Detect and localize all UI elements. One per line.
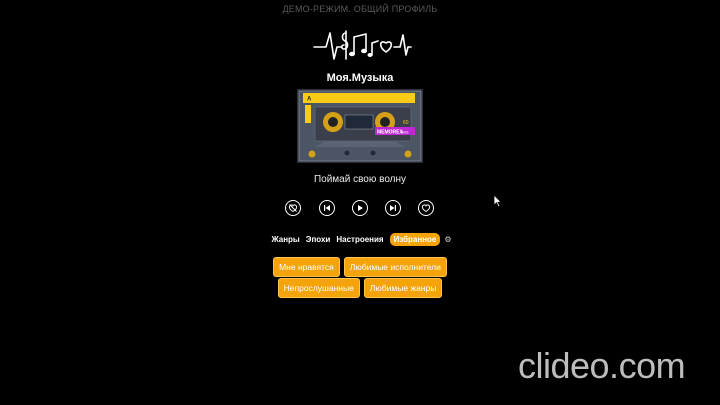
mouse-cursor-icon	[493, 194, 503, 208]
app-logo-icon	[313, 30, 412, 60]
tab-moods[interactable]: Настроения	[333, 233, 386, 246]
app-title: Моя.Музыка	[326, 72, 394, 84]
play-button[interactable]	[352, 200, 368, 216]
previous-track-icon	[324, 205, 330, 211]
tab-favorites[interactable]: Избранное	[389, 232, 441, 246]
previous-button[interactable]	[319, 200, 335, 216]
favorites-chips-row-1: Мне нравятся Любимые исполнители	[0, 257, 720, 277]
chip-liked[interactable]: Мне нравятся	[273, 257, 340, 277]
dislike-button[interactable]	[285, 200, 301, 216]
cassette-cover-image: A MEMOREX dBS 60	[297, 89, 423, 163]
like-button[interactable]	[418, 200, 434, 216]
playback-controls	[285, 200, 441, 218]
favorites-chips-row-2: Непрослушанные Любимые жанры	[0, 278, 720, 298]
like-heart-icon	[421, 204, 431, 213]
chip-unplayed[interactable]: Непрослушанные	[277, 278, 360, 298]
clideo-watermark: clideo.com	[518, 345, 686, 386]
chip-favorite-artists[interactable]: Любимые исполнители	[343, 257, 447, 277]
category-tabs: Жанры Эпохи Настроения Избранное ⚙	[0, 232, 720, 246]
next-track-icon	[390, 205, 396, 211]
dislike-heart-icon	[288, 204, 298, 213]
tagline: Поймай свою волну	[313, 174, 407, 185]
tab-genres[interactable]: Жанры	[268, 233, 302, 246]
settings-gear-icon[interactable]: ⚙	[444, 235, 451, 244]
next-button[interactable]	[385, 200, 401, 216]
cassette-brand: MEMOREX	[377, 130, 404, 136]
cassette-length: 60	[403, 120, 409, 126]
play-icon	[358, 205, 363, 211]
chip-favorite-genres[interactable]: Любимые жанры	[363, 278, 443, 298]
tab-eras[interactable]: Эпохи	[303, 233, 334, 246]
cassette-side-label: A	[307, 97, 312, 103]
cassette-model: dBS	[401, 130, 409, 135]
demo-mode-banner: ДЕМО-РЕЖИМ. ОБЩИЙ ПРОФИЛЬ	[282, 4, 438, 14]
